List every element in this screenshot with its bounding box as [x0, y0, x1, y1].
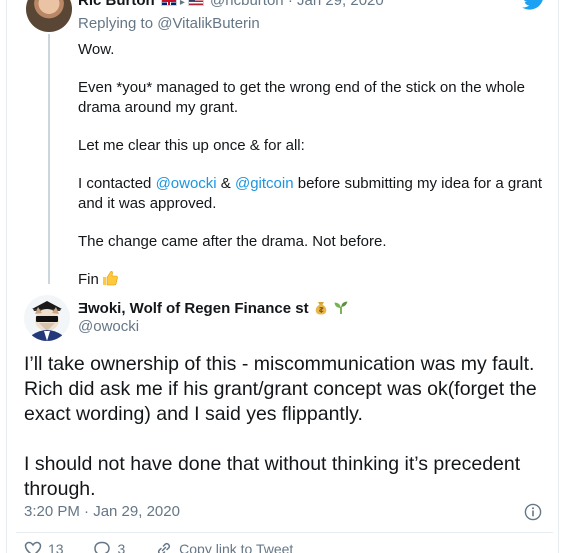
copy-link-label: Copy link to Tweet: [179, 541, 294, 553]
uk-flag-icon: [160, 0, 177, 7]
parent-tweet-date[interactable]: Jan 29, 2020: [297, 0, 384, 9]
parent-paragraph: Even *you* managed to get the wrong end …: [78, 79, 525, 116]
thumbs-up-icon: [102, 271, 118, 286]
money-bag-icon: [315, 302, 327, 315]
main-paragraph: I should not have done that without thin…: [24, 453, 521, 500]
thread-connector-line: [48, 34, 50, 284]
card-border-right: [558, 0, 559, 553]
main-author-name[interactable]: Ǝwoki, Wolf of Regen Finance st: [78, 299, 349, 317]
main-author-handle[interactable]: @owocki: [78, 318, 139, 335]
parent-paragraph: The change came after the drama. Not bef…: [78, 233, 387, 250]
like-button[interactable]: 13: [24, 540, 64, 553]
replying-to-label: Replying to: [78, 15, 154, 32]
mention-link-gitcoin[interactable]: @gitcoin: [235, 175, 294, 192]
parent-tweet-header: Ric Burton ▸ @ricburton · Jan 29, 2020: [78, 0, 384, 12]
seedling-icon: [334, 301, 348, 314]
mention-link-owocki[interactable]: @owocki: [156, 175, 217, 192]
actions-divider: [16, 532, 553, 533]
reply-bubble-icon: [94, 541, 111, 553]
us-flag-icon: [187, 0, 204, 7]
link-chain-icon: [158, 542, 171, 553]
tweet-timestamp[interactable]: 3:20 PM · Jan 29, 2020: [24, 503, 180, 520]
heart-icon: [24, 541, 42, 553]
parent-author-name[interactable]: Ric Burton: [78, 0, 155, 9]
parent-paragraph-mentions: I contacted @owocki & @gitcoin before su…: [78, 174, 548, 214]
tweet-embed: Ric Burton ▸ @ricburton · Jan 29, 2020 R…: [0, 0, 569, 553]
replying-to-line: Replying to @VitalikButerin: [78, 15, 260, 32]
main-author-avatar[interactable]: [24, 295, 70, 341]
card-border-left: [6, 0, 7, 553]
twitter-bird-icon[interactable]: [521, 0, 547, 10]
copy-link-button[interactable]: Copy link to Tweet: [155, 540, 293, 553]
replying-to-mention[interactable]: @VitalikButerin: [157, 15, 260, 32]
info-icon[interactable]: [524, 503, 542, 521]
reply-count: 3: [117, 541, 126, 553]
reply-button[interactable]: 3: [93, 540, 125, 553]
main-paragraph: I’ll take ownership of this - miscommuni…: [24, 353, 537, 425]
wolf-avatar-icon: [32, 301, 62, 341]
parent-paragraph: Let me clear this up once & for all:: [78, 137, 305, 154]
parent-author-handle[interactable]: @ricburton: [210, 0, 284, 9]
like-count: 13: [48, 541, 64, 553]
main-tweet-text: I’ll take ownership of this - miscommuni…: [24, 352, 544, 527]
fin-text: Fin: [78, 271, 99, 288]
parent-paragraph-fin: Fin: [78, 270, 548, 290]
main-author-name-text: Ǝwoki, Wolf of Regen Finance st: [78, 300, 309, 317]
arrow-right-icon: ▸: [179, 0, 185, 8]
text-segment: &: [216, 175, 235, 192]
text-segment: I contacted: [78, 175, 156, 192]
parent-author-avatar[interactable]: [26, 0, 72, 32]
meta-separator: ·: [287, 0, 293, 9]
parent-tweet-text: Wow. Even *you* managed to get the wrong…: [78, 40, 548, 308]
parent-paragraph: Wow.: [78, 41, 115, 58]
tweet-actions: 13 3 Copy link to Tweet: [24, 540, 319, 553]
